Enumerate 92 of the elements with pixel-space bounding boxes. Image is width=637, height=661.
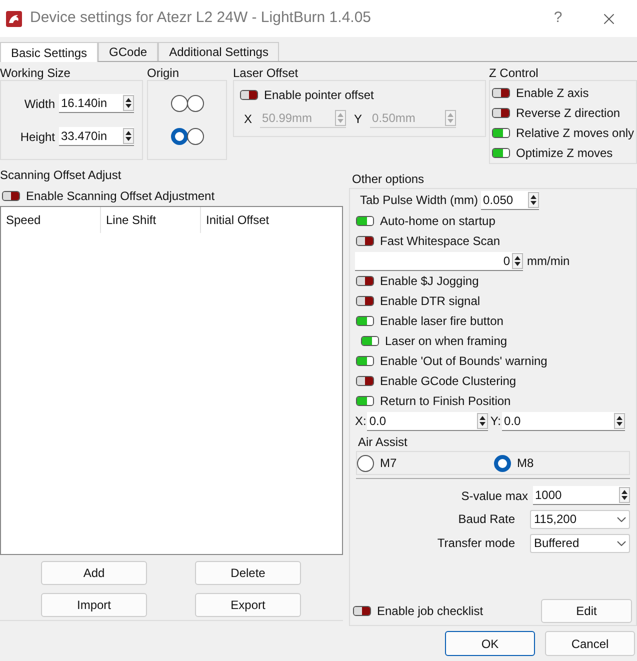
toggle-switch[interactable] (353, 606, 371, 616)
spin-arrows-icon[interactable] (123, 95, 134, 111)
toggle-label: Fast Whitespace Scan (380, 233, 500, 250)
toggle-label: Enable laser fire button (380, 313, 504, 330)
field-label: X (243, 110, 252, 128)
radio-button[interactable] (494, 454, 511, 472)
dropdown[interactable]: Buffered (530, 534, 630, 552)
push-button[interactable]: Add (41, 561, 147, 585)
chevron-down-icon (617, 516, 626, 522)
toggle-switch[interactable] (356, 396, 374, 406)
radio-button[interactable] (187, 95, 204, 112)
spin-arrows-icon[interactable] (619, 487, 630, 503)
toggle-label: Relative Z moves only (516, 125, 634, 142)
field-label: Baud Rate (458, 511, 515, 528)
toggle-label: Return to Finish Position (380, 393, 511, 410)
spin-arrows-icon[interactable] (477, 412, 488, 428)
toggle-switch[interactable] (492, 108, 510, 118)
spin-field[interactable]: 0.0 (367, 412, 488, 430)
push-button[interactable]: Delete (195, 561, 301, 585)
spin-field[interactable]: 16.140in (59, 94, 134, 113)
toggle-switch[interactable] (240, 90, 258, 100)
spin-field[interactable]: 0.0 (502, 412, 626, 430)
group-title: Origin (147, 66, 180, 80)
toggle-switch[interactable] (492, 128, 510, 138)
field-label: Height (20, 128, 55, 146)
spin-field[interactable]: 33.470in (59, 127, 134, 146)
toggle-label: Reverse Z direction (516, 105, 620, 122)
tab[interactable]: GCode (98, 42, 158, 61)
field-label: S-value max (461, 488, 528, 504)
chevron-down-icon (617, 540, 626, 546)
toggle-label: Auto-home on startup (380, 213, 496, 230)
toggle-label: Enable $J Jogging (380, 273, 479, 290)
column-header: Speed (1, 207, 101, 233)
unit-label: mm/min (527, 253, 570, 270)
toggle-switch[interactable] (361, 336, 379, 346)
radio-button[interactable] (357, 454, 374, 472)
spin-arrows-icon[interactable] (123, 128, 134, 144)
spin-arrows-icon[interactable] (614, 412, 626, 428)
toggle-label: Laser on when framing (385, 333, 508, 350)
group-title: Laser Offset (233, 66, 300, 80)
push-button[interactable]: Edit (541, 599, 632, 623)
toggle-label: Optimize Z moves (516, 145, 613, 162)
toggle-switch[interactable] (2, 191, 20, 201)
window-title: Device settings for Atezr L2 24W - LightBurn 1.4.05 (30, 8, 372, 28)
toggle-label: Enable DTR signal (380, 293, 480, 310)
spin-arrows-icon[interactable] (512, 252, 523, 268)
toggle-switch[interactable] (356, 376, 374, 386)
toggle-label: Enable GCode Clustering (380, 373, 516, 390)
toggle-label: Enable pointer offset (264, 87, 374, 104)
field-label: Transfer mode (437, 535, 515, 552)
column-header: Line Shift (101, 207, 201, 233)
group-title: Air Assist (357, 434, 408, 451)
dragon-logo-icon (6, 10, 22, 26)
toggle-switch[interactable] (356, 236, 374, 246)
radio-button[interactable] (171, 128, 188, 145)
group-title: Working Size (0, 66, 72, 80)
toggle-label: Enable 'Out of Bounds' warning (380, 353, 548, 370)
toggle-switch[interactable] (356, 356, 374, 366)
coordinate-label: Y: (490, 413, 502, 430)
dialog-button[interactable]: Cancel (545, 631, 635, 656)
spin-field[interactable]: 0.050 (481, 190, 540, 210)
toggle-switch[interactable] (356, 216, 374, 226)
radio-label: M8 (517, 455, 534, 472)
toggle-switch[interactable] (356, 316, 374, 326)
toggle-switch[interactable] (356, 296, 374, 306)
help-button[interactable]: ? (535, 7, 581, 30)
toggle-switch[interactable] (492, 148, 510, 158)
toggle-label: Enable job checklist (377, 603, 484, 620)
radio-button[interactable] (187, 128, 204, 145)
toggle-switch[interactable] (356, 276, 374, 286)
spin-field[interactable]: 0 (355, 252, 523, 270)
toggle-switch[interactable] (492, 88, 510, 98)
push-button[interactable]: Import (41, 593, 147, 617)
field-label: Y (353, 110, 362, 128)
toggle-label: Enable Scanning Offset Adjustment (26, 188, 215, 205)
field-label: Tab Pulse Width (mm) (360, 192, 478, 209)
radio-button[interactable] (171, 95, 188, 112)
column-header: Initial Offset (205, 212, 270, 229)
spin-field[interactable]: 1000 (533, 486, 630, 505)
coordinate-label: X: (355, 413, 366, 430)
radio-label: M7 (380, 455, 397, 472)
field-label: Width (24, 96, 55, 112)
group-title: Scanning Offset Adjust (0, 168, 122, 182)
group-title: Other options (352, 172, 424, 186)
spin-arrows-icon[interactable] (528, 192, 540, 208)
dialog-button[interactable]: OK (445, 631, 535, 656)
tab[interactable]: Basic Settings (0, 42, 98, 62)
push-button[interactable]: Export (195, 593, 301, 617)
toggle-label: Enable Z axis (516, 85, 589, 102)
tab[interactable]: Additional Settings (158, 42, 280, 61)
group-title: Z Control (489, 66, 540, 80)
dropdown[interactable]: 115,200 (530, 510, 630, 528)
